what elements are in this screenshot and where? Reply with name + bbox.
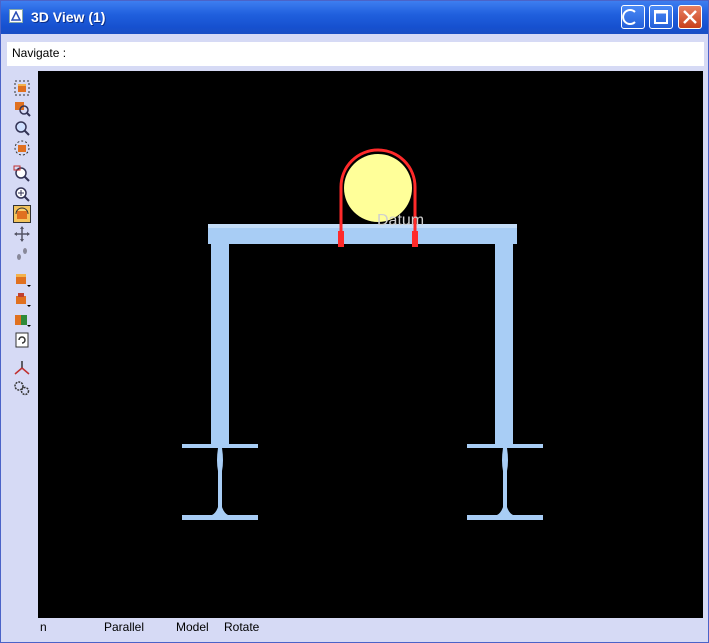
zoom-extents-icon bbox=[15, 121, 30, 136]
view-toolbar bbox=[10, 73, 36, 613]
zoom-in-button[interactable] bbox=[13, 185, 31, 203]
layer-dropdown-button[interactable] bbox=[13, 271, 31, 289]
title-bar[interactable]: 3D View (1) bbox=[1, 1, 708, 34]
navigate-bar[interactable]: Navigate : bbox=[7, 42, 704, 66]
settings-gears-button[interactable] bbox=[13, 379, 31, 397]
right-i-beam bbox=[467, 444, 543, 520]
walk-button[interactable] bbox=[13, 245, 31, 263]
zoom-extents-button[interactable] bbox=[13, 119, 31, 137]
filter-dropdown-button[interactable] bbox=[13, 291, 31, 309]
right-column bbox=[495, 244, 513, 444]
axes-icon bbox=[14, 361, 30, 375]
refresh-icon bbox=[15, 332, 29, 348]
settings-gears-icon bbox=[14, 381, 30, 396]
maximize-icon bbox=[654, 10, 668, 24]
clip-dropdown-icon bbox=[15, 315, 31, 327]
zoom-window-icon bbox=[13, 165, 30, 182]
view-window: 3D View (1) Navigate : Datum n Parallel … bbox=[0, 0, 709, 643]
u-bolt-nut-left bbox=[338, 231, 344, 247]
filter-dropdown-icon bbox=[16, 293, 31, 307]
view-box-button[interactable] bbox=[13, 139, 31, 157]
close-icon bbox=[683, 10, 697, 24]
rotate-view-button[interactable] bbox=[13, 205, 31, 223]
zoom-model-button[interactable] bbox=[13, 99, 31, 117]
status-item-n: n bbox=[40, 620, 47, 634]
zoom-window-button[interactable] bbox=[13, 165, 31, 183]
status-bar: n Parallel Model Rotate bbox=[1, 618, 708, 642]
minimize-button[interactable] bbox=[621, 5, 645, 29]
left-column bbox=[211, 244, 229, 444]
axes-button[interactable] bbox=[13, 359, 31, 377]
status-projection[interactable]: Parallel bbox=[104, 620, 144, 634]
datum-label: Datum bbox=[377, 212, 424, 229]
minimize-icon bbox=[622, 9, 636, 25]
window-title: 3D View (1) bbox=[31, 9, 106, 25]
3d-viewport[interactable]: Datum bbox=[38, 71, 703, 618]
refresh-button[interactable] bbox=[13, 331, 31, 349]
status-mode[interactable]: Model bbox=[176, 620, 209, 634]
top-beam bbox=[208, 228, 517, 244]
zoom-model-icon bbox=[15, 102, 31, 117]
close-button[interactable] bbox=[678, 5, 702, 29]
app-icon[interactable] bbox=[9, 9, 23, 23]
pan-icon bbox=[14, 226, 30, 242]
select-view-button[interactable] bbox=[13, 79, 31, 97]
navigate-label: Navigate : bbox=[12, 46, 67, 60]
zoom-in-icon bbox=[15, 187, 30, 202]
rotate-view-icon bbox=[15, 207, 29, 219]
left-i-beam bbox=[182, 444, 258, 520]
select-view-icon bbox=[14, 80, 30, 96]
pan-button[interactable] bbox=[13, 225, 31, 243]
maximize-button[interactable] bbox=[649, 5, 673, 29]
beam-top-flange bbox=[208, 224, 517, 228]
scene-canvas[interactable]: Datum bbox=[38, 71, 703, 618]
layer-dropdown-icon bbox=[16, 274, 31, 287]
clip-dropdown-button[interactable] bbox=[13, 311, 31, 329]
walk-icon bbox=[17, 248, 27, 260]
u-bolt-nut-right bbox=[412, 231, 418, 247]
status-action[interactable]: Rotate bbox=[224, 620, 259, 634]
view-box-icon bbox=[14, 140, 30, 156]
